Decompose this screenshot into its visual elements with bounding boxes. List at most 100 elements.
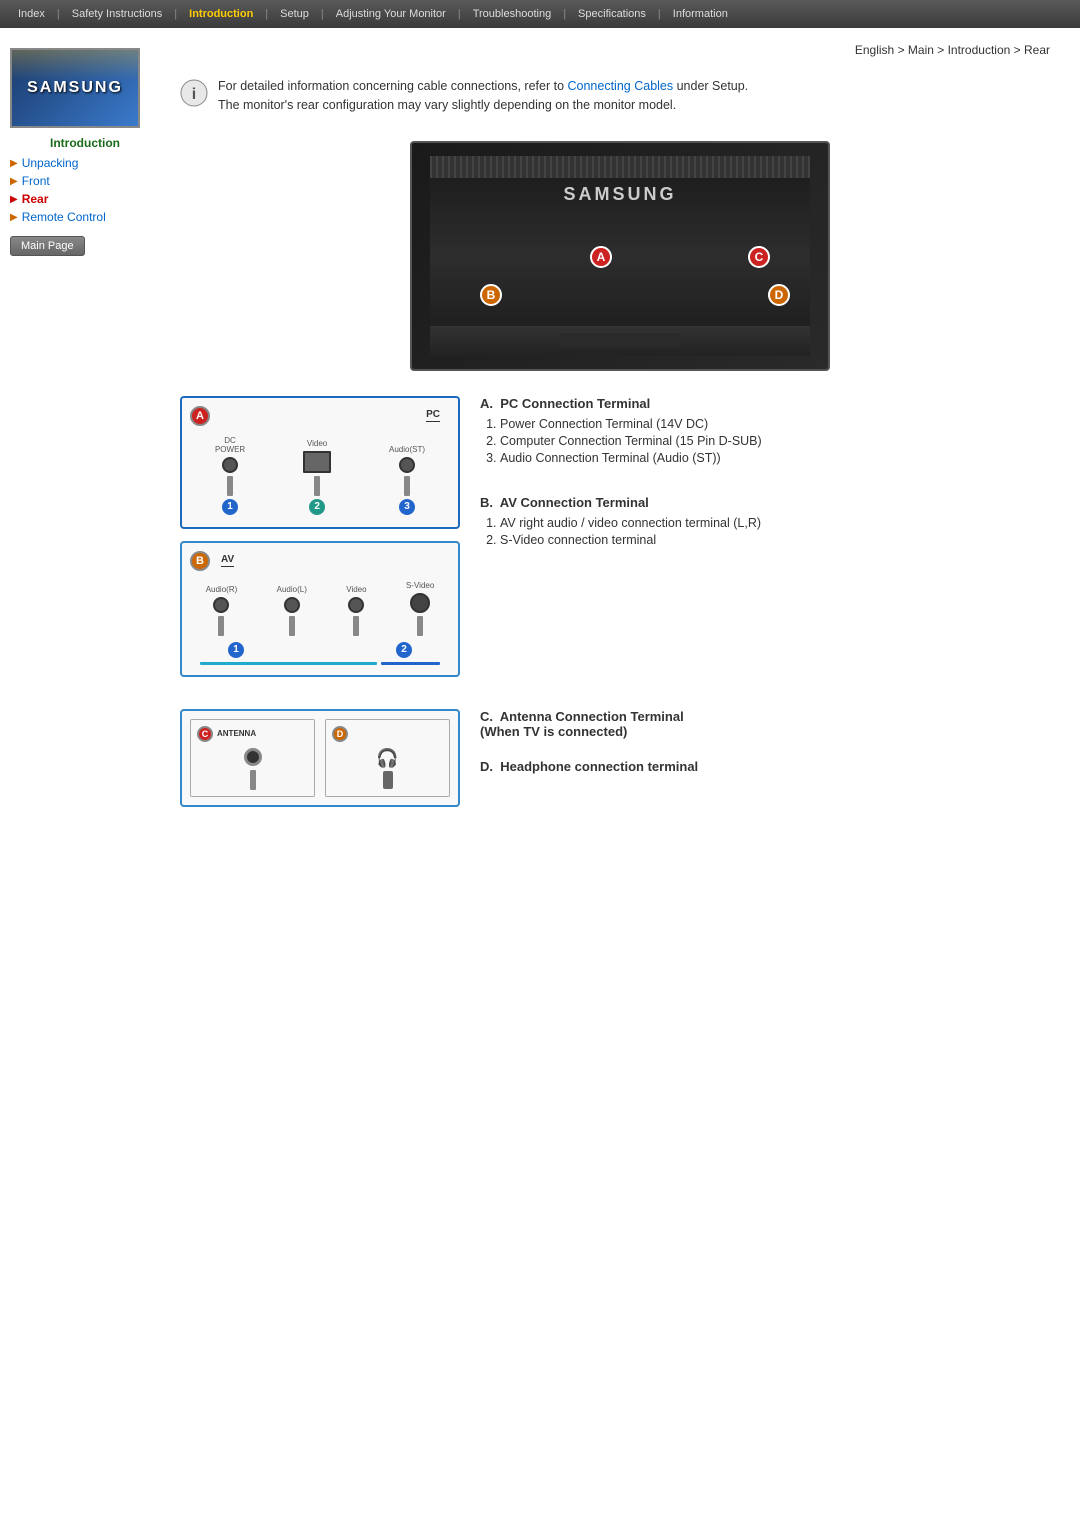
section-c-letter: C. <box>480 709 497 724</box>
port-video-pin <box>314 476 320 496</box>
section-c-text: C. Antenna Connection Terminal (When TV … <box>480 709 1060 739</box>
badge-a: A <box>190 406 210 426</box>
antenna-port <box>197 748 308 766</box>
info-text-line1: For detailed information concerning cabl… <box>218 79 568 93</box>
port-video-b-circle <box>348 597 364 613</box>
av-label: AV <box>221 554 234 567</box>
section-a-text: A. PC Connection Terminal Power Connecti… <box>480 396 1060 465</box>
port-video-b: Video <box>346 585 366 636</box>
port-row-a: DCPOWER 1 Video 2 Audio(ST) <box>190 432 450 519</box>
pc-label: PC <box>426 409 440 422</box>
section-a-item-3: Audio Connection Terminal (Audio (ST)) <box>500 451 1060 465</box>
sidebar: SAMSUNG Introduction ▶ Unpacking ▶ Front… <box>0 38 170 839</box>
samsung-brand: SAMSUNG <box>563 184 676 205</box>
connection-box-a: A PC DCPOWER 1 <box>180 396 460 529</box>
pc-label-bar: PC <box>216 409 450 422</box>
headphone-icon-wrap: 🎧 <box>332 748 443 769</box>
sidebar-item-remote[interactable]: ▶ Remote Control <box>10 210 160 224</box>
nav-troubleshooting[interactable]: Troubleshooting <box>465 6 559 22</box>
port-audio-r-label: Audio(R) <box>206 585 238 594</box>
antenna-pin <box>250 770 256 790</box>
sidebar-item-front[interactable]: ▶ Front <box>10 174 160 188</box>
svg-text:i: i <box>192 86 196 103</box>
section-b-title-text: AV Connection Terminal <box>500 495 649 510</box>
port-video-a: Video 2 <box>303 439 331 515</box>
port-num-1-a: 1 <box>222 499 238 515</box>
port-row-b: Audio(R) Audio(L) Video <box>190 577 450 640</box>
badge-b: B <box>190 551 210 571</box>
nav-specifications[interactable]: Specifications <box>570 6 654 22</box>
nav-sep-4: | <box>321 8 324 20</box>
stand-base <box>560 333 680 348</box>
logo-text: SAMSUNG <box>27 79 123 97</box>
headphone-icon: 🎧 <box>376 748 398 769</box>
section-c-subtitle: (When TV is connected) <box>480 724 627 739</box>
port-audio-l-label: Audio(L) <box>277 585 307 594</box>
section-a-title-text: PC Connection Terminal <box>500 396 650 411</box>
port-num-2-a: 2 <box>309 499 325 515</box>
sidebar-link-rear[interactable]: Rear <box>22 192 49 206</box>
info-text-block: For detailed information concerning cabl… <box>218 77 748 115</box>
section-a-list: Power Connection Terminal (14V DC) Compu… <box>485 417 1060 465</box>
info-text-line3: The monitor's rear configuration may var… <box>218 98 676 112</box>
arrow-front-icon: ▶ <box>10 176 18 187</box>
arrow-remote-icon: ▶ <box>10 212 18 223</box>
connection-box-b: B AV Audio(R) <box>180 541 460 677</box>
nav-safety[interactable]: Safety Instructions <box>64 6 171 22</box>
connection-box-b-header: B AV <box>190 551 450 571</box>
monitor-badge-b: B <box>480 284 502 306</box>
nav-setup[interactable]: Setup <box>272 6 317 22</box>
sidebar-link-unpacking[interactable]: Unpacking <box>22 156 79 170</box>
arrow-rear-icon: ▶ <box>10 194 18 205</box>
section-b-item-2: S-Video connection terminal <box>500 533 1060 547</box>
port-dc-label: DCPOWER <box>215 436 245 454</box>
port-audio-st-label: Audio(ST) <box>389 445 425 454</box>
sidebar-link-front[interactable]: Front <box>22 174 50 188</box>
nav-introduction[interactable]: Introduction <box>181 6 261 22</box>
breadcrumb: English > Main > Introduction > Rear <box>180 43 1060 57</box>
monitor-image: SAMSUNG A C B D <box>410 141 830 371</box>
detail-image-col-ab: A PC DCPOWER 1 <box>180 396 460 689</box>
headphone-port <box>332 771 443 789</box>
headphone-section: D 🎧 <box>325 719 450 797</box>
port-num-1-b: 1 <box>228 642 244 658</box>
detail-sections-ab: A PC DCPOWER 1 <box>180 396 1060 689</box>
port-audio-l-circle <box>284 597 300 613</box>
section-c-title-text: Antenna Connection Terminal <box>500 709 684 724</box>
port-audio-r: Audio(R) <box>206 585 238 636</box>
port-audio-r-circle <box>213 597 229 613</box>
port-svideo: S-Video <box>406 581 434 636</box>
nav-information[interactable]: Information <box>665 6 736 22</box>
detail-text-col-cd: C. Antenna Connection Terminal (When TV … <box>480 709 1060 819</box>
content-area: English > Main > Introduction > Rear i F… <box>170 38 1080 839</box>
info-text-line2: under Setup. <box>673 79 748 93</box>
nav-index[interactable]: Index <box>10 6 53 22</box>
av-label-bar: AV <box>216 554 450 567</box>
section-b-letter: B. <box>480 495 497 510</box>
sidebar-logo: SAMSUNG <box>10 48 140 128</box>
sidebar-item-unpacking[interactable]: ▶ Unpacking <box>10 156 160 170</box>
monitor-top-strip <box>430 156 810 178</box>
nav-sep-7: | <box>658 8 661 20</box>
section-b-item-1: AV right audio / video connection termin… <box>500 516 1060 530</box>
b-underlines <box>190 660 450 667</box>
port-video-b-pin <box>353 616 359 636</box>
monitor-stand <box>430 326 810 356</box>
sidebar-link-remote[interactable]: Remote Control <box>22 210 106 224</box>
port-video-a-label: Video <box>307 439 327 448</box>
port-audio-l-pin <box>289 616 295 636</box>
nav-adjusting[interactable]: Adjusting Your Monitor <box>328 6 454 22</box>
sidebar-item-rear[interactable]: ▶ Rear <box>10 192 160 206</box>
connecting-cables-link[interactable]: Connecting Cables <box>568 79 674 93</box>
section-a-item-1: Power Connection Terminal (14V DC) <box>500 417 1060 431</box>
port-svideo-pin <box>417 616 423 636</box>
arrow-unpacking-icon: ▶ <box>10 158 18 169</box>
section-b-text: B. AV Connection Terminal AV right audio… <box>480 495 1060 547</box>
detail-text-col-ab: A. PC Connection Terminal Power Connecti… <box>480 396 1060 689</box>
section-a-item-2: Computer Connection Terminal (15 Pin D-S… <box>500 434 1060 448</box>
nav-sep-1: | <box>57 8 60 20</box>
section-d-text: D. Headphone connection terminal <box>480 759 1060 774</box>
connection-box-a-header: A PC <box>190 406 450 426</box>
main-page-button[interactable]: Main Page <box>10 236 85 256</box>
badge-c-small: C <box>197 726 213 742</box>
